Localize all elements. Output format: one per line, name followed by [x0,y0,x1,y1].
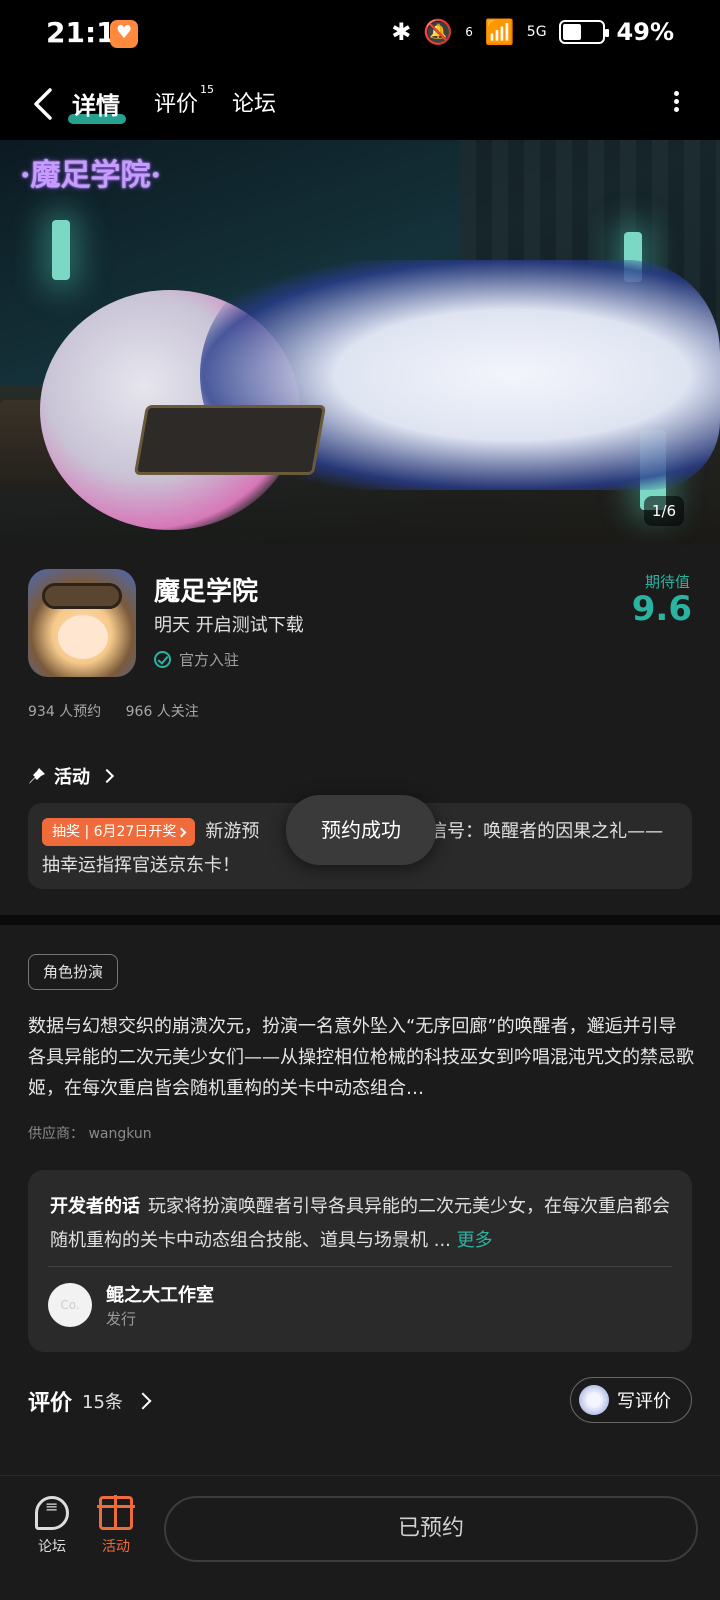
follower-count: 966 人关注 [125,704,199,720]
book-graphic [133,405,327,475]
status-icons: ✱ 🔕 6 📶 5G 49% [391,18,674,46]
user-avatar [579,1385,609,1415]
developer-card[interactable]: 开发者的话 玩家将扮演唤醒者引导各具异能的二次元美少女，在每次重启都会随机重构的关… [28,1170,692,1352]
developer-message-text: 玩家将扮演唤醒者引导各具异能的二次元美少女，在每次重启都会随机重构的关卡中动态组… [50,1196,670,1251]
tab-forum[interactable]: 论坛 [232,86,276,118]
image-page-indicator: 1/6 [644,496,684,526]
expect-value: 9.6 [631,589,692,629]
top-navigation: 详情 评价15 论坛 [0,68,720,140]
reservation-count: 934 人预约 [28,704,102,720]
game-description[interactable]: 数据与幻想交织的崩溃次元，扮演一名意外坠入“无序回廊”的唤醒者，邂逅并引导各具异… [28,1011,694,1107]
bottom-action-bar: 论坛 活动 已预约 [0,1475,720,1600]
game-icon [28,569,136,677]
gift-icon [97,1495,135,1530]
tab-details[interactable]: 详情 [72,86,120,121]
hero-banner[interactable] [0,140,720,545]
supplier-label: 供应商： wangkun [28,1126,152,1142]
lottery-tag: 抽奖 | 6月27日开奖 [42,818,196,846]
network-type: 5G [526,24,547,40]
tab-reviews-label: 评价 [154,92,199,117]
divider [48,1266,672,1267]
activity-heading[interactable]: 活动 [28,763,115,789]
candle-graphic [52,220,70,280]
toast-message: 预约成功 [286,795,436,865]
write-review-button[interactable]: 写评价 [570,1377,692,1423]
bottom-nav-activity-label: 活动 [102,1539,130,1555]
official-badge: 官方入驻 [154,649,239,670]
tab-reviews-badge: 15 [200,82,215,96]
battery-icon [558,20,609,44]
reviews-heading[interactable]: 评价 15条 [28,1385,152,1417]
developer-message-label: 开发者的话 [50,1196,140,1217]
activity-heading-label: 活动 [54,767,90,788]
battery-percent: 49% [616,18,674,46]
hero-logo: ·魔足学院· [20,158,161,193]
status-bar: 21:12 ✱ 🔕 6 📶 5G 49% [0,0,720,68]
studio-avatar[interactable]: Co. [48,1283,92,1327]
wifi-icon: 📶 [484,18,515,46]
official-label: 官方入驻 [179,651,240,669]
reviews-count: 15条 [82,1392,123,1413]
activity-text-start: 新游预 [205,821,260,842]
lottery-tag-label: 抽奖 | 6月27日开奖 [52,824,177,840]
game-test-date: 明天 开启测试下载 [154,615,304,636]
reserved-button[interactable]: 已预约 [164,1496,698,1562]
genre-tag[interactable]: 角色扮演 [28,954,119,990]
bottom-nav-forum[interactable]: 论坛 [22,1496,82,1556]
pin-icon [29,768,45,784]
tab-reviews[interactable]: 评价15 [154,82,215,118]
mute-bell-icon: 🔕 [423,18,454,46]
more-options-icon[interactable] [672,88,680,120]
chevron-right-icon [134,1392,152,1410]
bluetooth-icon: ✱ [391,18,412,46]
back-arrow-icon [34,88,52,120]
back-button[interactable] [26,84,62,124]
game-stats: 934 人预约 966 人关注 [28,701,219,721]
game-title: 魔足学院 [154,577,259,607]
bottom-nav-activity[interactable]: 活动 [86,1495,146,1556]
write-review-label: 写评价 [617,1391,671,1412]
wifi-signal-label: 6 [465,25,473,39]
forum-icon [35,1496,69,1530]
bottom-nav-forum-label: 论坛 [38,1539,66,1555]
reviews-label: 评价 [28,1391,73,1416]
studio-name[interactable]: 鲲之大工作室 [106,1281,214,1307]
description-section: 角色扮演 数据与幻想交织的崩溃次元，扮演一名意外坠入“无序回廊”的唤醒者，邂逅并… [0,925,720,1475]
section-divider [0,915,720,925]
app-notification-icon [110,20,138,48]
studio-role: 发行 [106,1310,137,1328]
chevron-right-icon [176,827,187,838]
check-circle-icon [154,651,171,668]
chevron-right-icon [99,768,115,784]
more-link[interactable]: 更多 [457,1230,493,1251]
developer-message: 开发者的话 玩家将扮演唤醒者引导各具异能的二次元美少女，在每次重启都会随机重构的关… [50,1190,670,1260]
